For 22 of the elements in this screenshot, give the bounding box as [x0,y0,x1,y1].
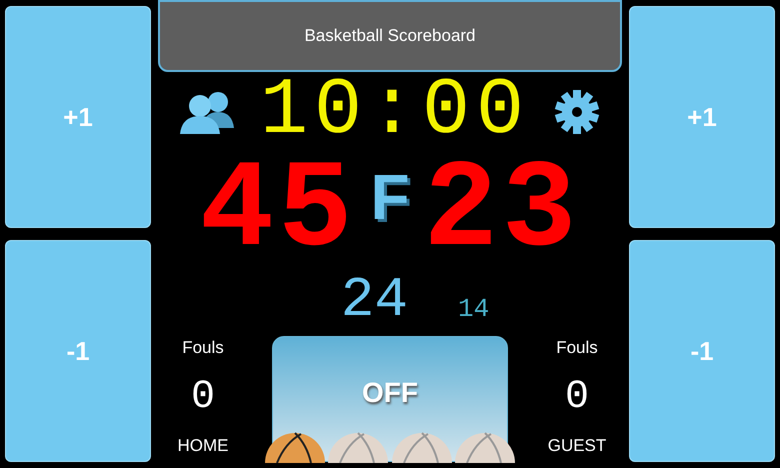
guest-score-button[interactable]: +1 [629,6,775,228]
guest-score-button[interactable]: -1 [629,240,775,462]
settings-icon[interactable] [554,89,600,135]
basketball-icon[interactable] [265,431,325,463]
home-score-button[interactable]: +1 [5,6,151,228]
period-indicator: F [370,160,410,234]
game-clock: 10:00 [260,72,530,152]
guest-score: 23 [424,152,580,272]
off-button[interactable]: OFF [354,375,426,411]
app-title: Basketball Scoreboard [158,0,622,72]
home-label: HOME [178,436,228,456]
fouls-label: Fouls [556,338,598,358]
fouls-label: Fouls [182,338,224,358]
guest-label: GUEST [548,436,606,456]
home-score-button[interactable]: -1 [5,240,151,462]
basketball-icon[interactable] [454,431,515,463]
home-score: 45 [200,152,356,272]
small-counter: 14 [458,294,490,324]
shot-clock: 24 [340,272,408,328]
home-fouls: 0 [190,374,215,420]
guest-fouls: 0 [564,374,589,420]
people-icon[interactable] [180,90,236,134]
